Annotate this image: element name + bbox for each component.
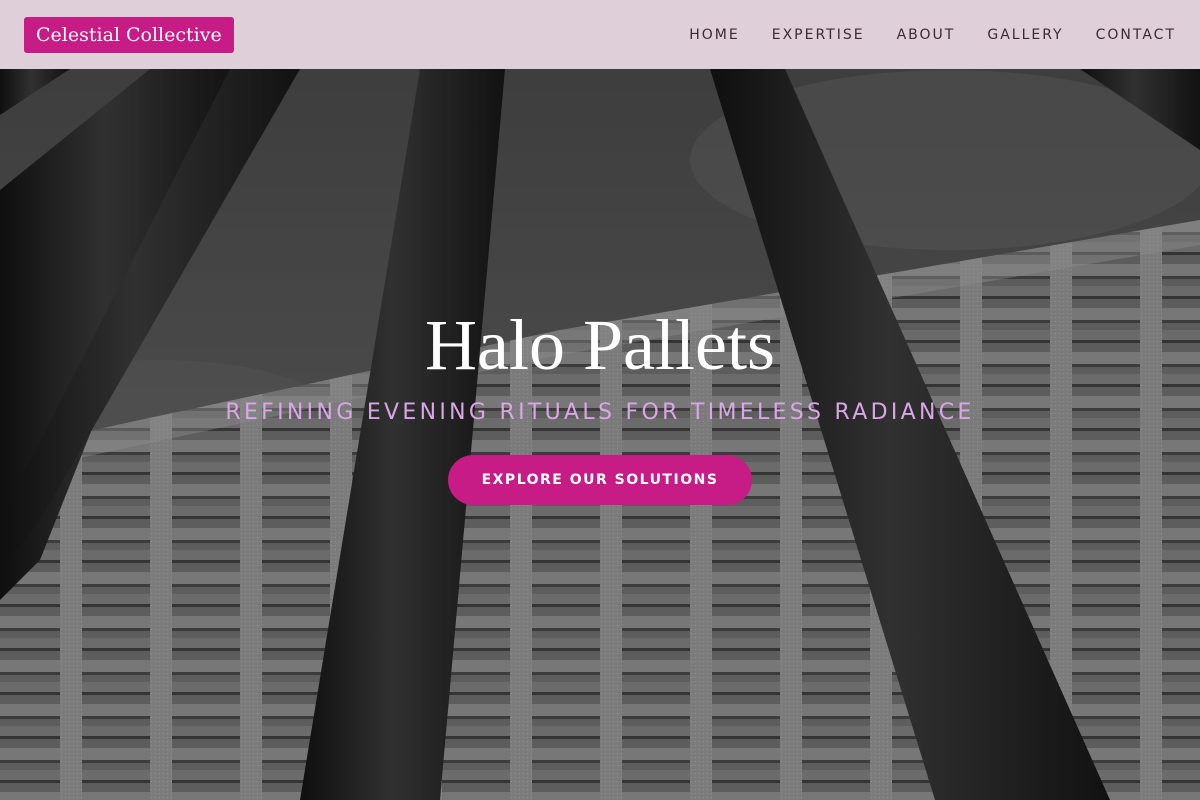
nav-link-expertise[interactable]: EXPERTISE <box>772 27 865 43</box>
nav-link-home[interactable]: HOME <box>689 27 739 43</box>
top-navigation: Celestial Collective HOME EXPERTISE ABOU… <box>0 0 1200 69</box>
brand-logo[interactable]: Celestial Collective <box>24 16 234 53</box>
nav-links: HOME EXPERTISE ABOUT GALLERY CONTACT <box>689 27 1176 43</box>
hero-subtitle: REFINING EVENING RITUALS FOR TIMELESS RA… <box>225 400 975 425</box>
hero-section: Halo Pallets REFINING EVENING RITUALS FO… <box>0 300 1200 505</box>
nav-link-contact[interactable]: CONTACT <box>1096 27 1176 43</box>
nav-link-gallery[interactable]: GALLERY <box>987 27 1063 43</box>
nav-link-about[interactable]: ABOUT <box>897 27 956 43</box>
hero-title: Halo Pallets <box>425 305 775 385</box>
explore-solutions-button[interactable]: EXPLORE OUR SOLUTIONS <box>448 455 752 505</box>
